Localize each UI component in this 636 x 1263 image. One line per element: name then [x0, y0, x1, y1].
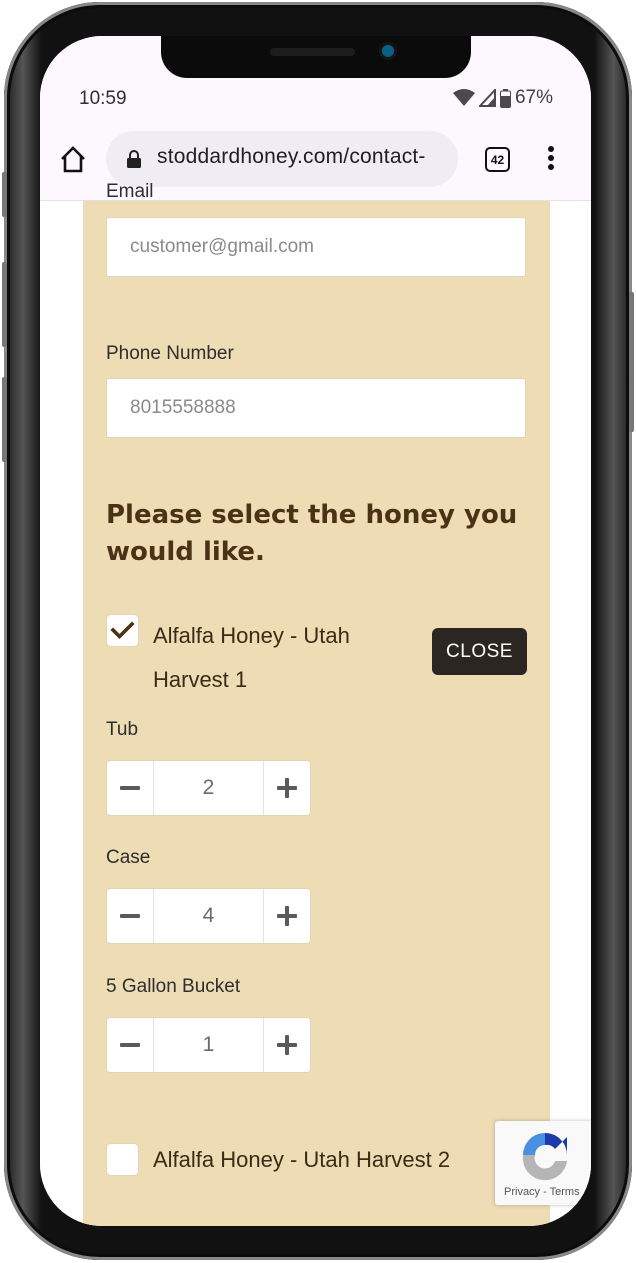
- email-placeholder: customer@gmail.com: [130, 236, 314, 257]
- bucket-decrement-button[interactable]: [107, 1018, 153, 1072]
- address-bar[interactable]: stoddardhoney.com/contact-: [106, 131, 458, 187]
- camera: [382, 45, 394, 57]
- more-vert-icon[interactable]: [548, 146, 554, 173]
- phone-label: Phone Number: [106, 343, 234, 364]
- plus-icon: [277, 778, 297, 798]
- minus-icon: [120, 786, 140, 790]
- tub-increment-button[interactable]: [264, 761, 310, 815]
- case-increment-button[interactable]: [264, 889, 310, 943]
- tub-label: Tub: [106, 719, 139, 740]
- tub-decrement-button[interactable]: [107, 761, 153, 815]
- case-decrement-button[interactable]: [107, 889, 153, 943]
- product-2-checkbox[interactable]: [106, 1143, 139, 1176]
- recaptcha-links: Privacy - Terms: [504, 1186, 580, 1198]
- plus-icon: [277, 906, 297, 926]
- phone-placeholder: 8015558888: [130, 397, 236, 418]
- url-text[interactable]: stoddardhoney.com/contact-: [157, 145, 426, 169]
- checkmark-icon: [110, 621, 135, 640]
- phone-field[interactable]: 8015558888: [106, 378, 526, 438]
- volume-down-button: [2, 377, 7, 462]
- speaker: [270, 48, 355, 56]
- battery-icon: [499, 88, 511, 108]
- home-icon[interactable]: [58, 145, 88, 175]
- product-1-name[interactable]: Alfalfa Honey - Utah Harvest 1: [153, 614, 350, 702]
- minus-icon: [120, 1043, 140, 1047]
- order-form: Email customer@gmail.com Phone Number 80…: [83, 181, 550, 1226]
- privacy-link[interactable]: Privacy: [504, 1186, 540, 1198]
- minus-icon: [120, 914, 140, 918]
- mute-switch: [2, 172, 7, 217]
- tub-quantity-input[interactable]: 2: [153, 761, 264, 815]
- product-1-checkbox[interactable]: [106, 614, 139, 647]
- email-field[interactable]: customer@gmail.com: [106, 217, 526, 277]
- section-heading: Please select the honey you would like.: [106, 500, 518, 567]
- wifi-icon: [452, 89, 475, 106]
- signal-icon: [478, 89, 496, 107]
- volume-up-button: [2, 262, 7, 347]
- battery-percent: 67%: [514, 87, 553, 108]
- bucket-increment-button[interactable]: [264, 1018, 310, 1072]
- status-icons: 67%: [452, 87, 553, 109]
- email-label: Email: [106, 181, 154, 202]
- tabs-icon[interactable]: 42: [485, 147, 510, 172]
- status-time: 10:59: [79, 88, 127, 109]
- power-button: [629, 292, 634, 432]
- notch: [161, 36, 471, 78]
- tub-quantity-stepper: 2: [106, 760, 311, 816]
- terms-link[interactable]: Terms: [550, 1186, 580, 1198]
- bucket-quantity-stepper: 1: [106, 1017, 311, 1073]
- product-2-name[interactable]: Alfalfa Honey - Utah Harvest 2: [153, 1143, 450, 1177]
- case-label: Case: [106, 847, 151, 868]
- case-quantity-stepper: 4: [106, 888, 311, 944]
- case-quantity-input[interactable]: 4: [153, 889, 264, 943]
- recaptcha-icon: [522, 1133, 567, 1181]
- bucket-label: 5 Gallon Bucket: [106, 976, 241, 997]
- page-content: Email customer@gmail.com Phone Number 80…: [40, 181, 591, 1226]
- bucket-quantity-input[interactable]: 1: [153, 1018, 264, 1072]
- lock-icon[interactable]: [126, 150, 142, 168]
- close-button[interactable]: CLOSE: [432, 628, 527, 675]
- phone-screen: 10:59 67% stoddardhoney.com/contact- 42 …: [40, 36, 591, 1226]
- recaptcha-badge[interactable]: Privacy - Terms: [495, 1121, 591, 1205]
- plus-icon: [277, 1035, 297, 1055]
